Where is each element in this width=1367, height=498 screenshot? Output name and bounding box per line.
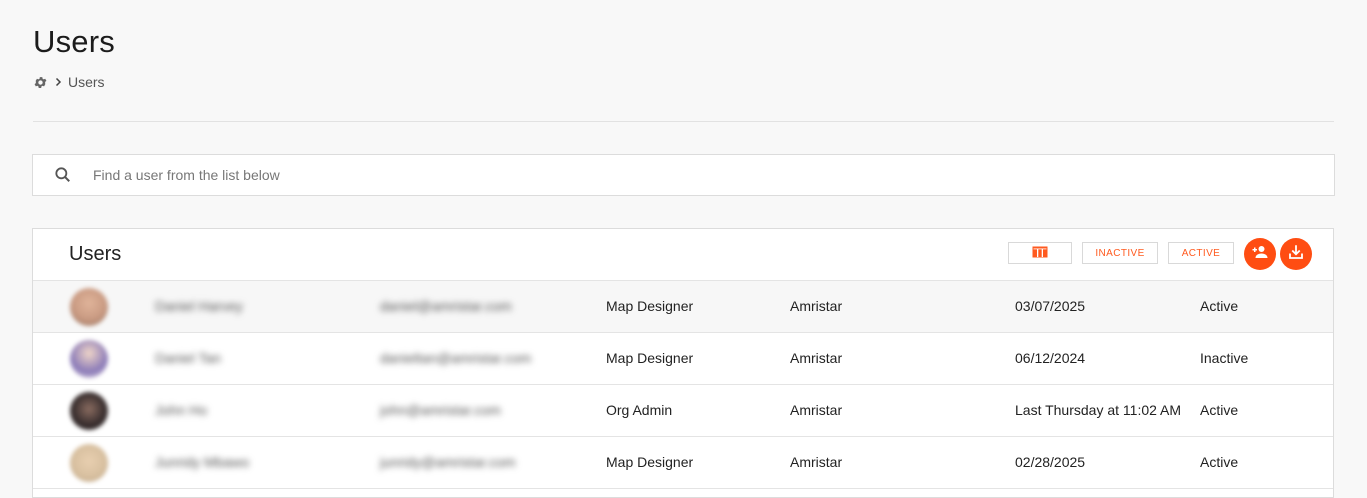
user-last-login: 03/07/2025 — [1015, 298, 1086, 314]
gear-icon[interactable] — [33, 75, 48, 90]
users-panel: Users INACTIVE ACTIVE Daniel Harvey dani… — [32, 228, 1334, 498]
user-name: Daniel Harvey — [155, 298, 243, 314]
avatar — [70, 288, 108, 326]
avatar — [70, 340, 108, 378]
table-row[interactable]: Daniel Tan danieltan@amristar.com Map De… — [33, 333, 1333, 385]
user-email: john@amristar.com — [380, 402, 501, 418]
user-org: Amristar — [790, 402, 843, 418]
download-button[interactable] — [1280, 238, 1312, 270]
user-org: Amristar — [790, 454, 843, 470]
download-icon — [1287, 243, 1305, 266]
divider — [33, 121, 1334, 122]
user-role: Org Admin — [606, 402, 673, 418]
user-name: John Ho — [155, 402, 208, 418]
user-last-login: 06/12/2024 — [1015, 350, 1086, 366]
avatar — [70, 392, 108, 430]
columns-icon — [1032, 246, 1048, 261]
inactive-filter-button[interactable]: INACTIVE — [1082, 242, 1158, 264]
user-email: danieltan@amristar.com — [380, 350, 532, 366]
add-user-icon — [1251, 243, 1269, 266]
panel-title: Users — [69, 243, 122, 265]
panel-header: Users INACTIVE ACTIVE — [33, 229, 1333, 281]
user-name: Daniel Tan — [155, 350, 221, 366]
search-bar — [32, 154, 1335, 196]
user-email: daniel@amristar.com — [380, 298, 512, 314]
active-filter-button[interactable]: ACTIVE — [1168, 242, 1234, 264]
chevron-right-icon — [52, 76, 64, 88]
user-last-login: Last Thursday at 11:02 AM — [1015, 402, 1182, 418]
user-status: Active — [1200, 402, 1239, 418]
user-org: Amristar — [790, 298, 843, 314]
search-icon — [53, 165, 73, 185]
page-title: Users — [33, 24, 115, 59]
search-input[interactable] — [91, 166, 1095, 184]
user-status: Active — [1200, 454, 1239, 470]
user-status: Active — [1200, 298, 1239, 314]
user-role: Map Designer — [606, 298, 694, 314]
breadcrumb-current: Users — [68, 74, 105, 90]
user-status: Inactive — [1200, 350, 1249, 366]
breadcrumb: Users — [33, 74, 105, 90]
add-user-button[interactable] — [1244, 238, 1276, 270]
user-last-login: 02/28/2025 — [1015, 454, 1086, 470]
user-name: Junridy Mbawo — [155, 454, 250, 470]
user-email: junridy@amristar.com — [380, 454, 516, 470]
table-row[interactable]: John Ho john@amristar.com Org Admin Amri… — [33, 385, 1333, 437]
table-row[interactable]: Junridy Mbawo junridy@amristar.com Map D… — [33, 437, 1333, 489]
columns-button[interactable] — [1008, 242, 1072, 264]
avatar — [70, 444, 108, 482]
user-role: Map Designer — [606, 350, 694, 366]
table-row[interactable]: Daniel Harvey daniel@amristar.com Map De… — [33, 281, 1333, 333]
user-role: Map Designer — [606, 454, 694, 470]
user-org: Amristar — [790, 350, 843, 366]
